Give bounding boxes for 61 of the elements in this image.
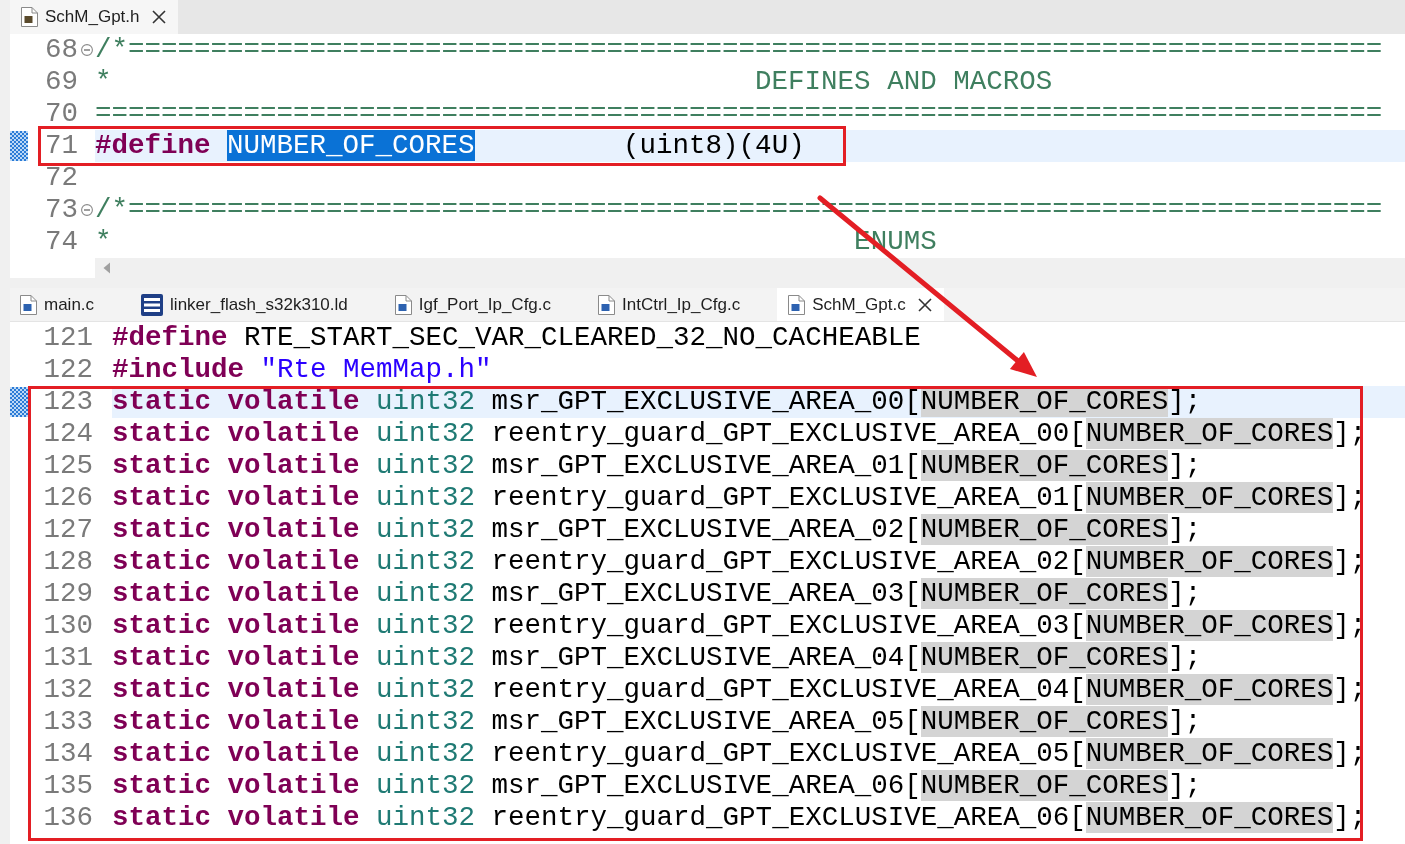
line-number: 71 bbox=[45, 130, 78, 162]
line-number: 127 bbox=[43, 514, 93, 546]
line-number: 124 bbox=[43, 418, 93, 450]
line-number: 136 bbox=[43, 802, 93, 834]
file-icon bbox=[788, 294, 806, 315]
code-line: static volatile uint32 msr_GPT_EXCLUSIVE_AREA_05[NUMBER_OF_CORES]; bbox=[112, 706, 1202, 738]
line-number: 121 bbox=[43, 322, 93, 354]
code-line: static volatile uint32 reentry_guard_GPT_EXCLUSIVE_AREA_05[NUMBER_OF_CORES]; bbox=[112, 738, 1367, 770]
code-line: * DEFINES AND MACROS bbox=[95, 66, 1053, 98]
code-line: static volatile uint32 reentry_guard_GPT_EXCLUSIVE_AREA_03[NUMBER_OF_CORES]; bbox=[112, 610, 1367, 642]
line-number: 122 bbox=[43, 354, 93, 386]
close-icon[interactable] bbox=[917, 297, 932, 312]
code-line: static volatile uint32 msr_GPT_EXCLUSIVE_AREA_03[NUMBER_OF_CORES]; bbox=[112, 578, 1202, 610]
code-line: #define NUMBER_OF_CORES (uint8)(4U) bbox=[95, 130, 805, 162]
line-number: 70 bbox=[45, 98, 78, 130]
code-line: static volatile uint32 msr_GPT_EXCLUSIVE_AREA_00[NUMBER_OF_CORES]; bbox=[112, 386, 1202, 418]
line-number: 129 bbox=[43, 578, 93, 610]
scroll-left-icon[interactable] bbox=[103, 262, 111, 274]
line-number: 128 bbox=[43, 546, 93, 578]
code-line: static volatile uint32 msr_GPT_EXCLUSIVE_AREA_04[NUMBER_OF_CORES]; bbox=[112, 642, 1202, 674]
code-line: static volatile uint32 reentry_guard_GPT_EXCLUSIVE_AREA_01[NUMBER_OF_CORES]; bbox=[112, 482, 1367, 514]
file-icon bbox=[598, 294, 616, 315]
editor-tab[interactable]: linker_flash_s32k310.ld bbox=[131, 288, 385, 321]
line-number: 132 bbox=[43, 674, 93, 706]
code-line: #include "Rte MemMap.h" bbox=[112, 354, 492, 386]
editor-tab[interactable]: main.c bbox=[10, 288, 132, 321]
line-number: 130 bbox=[43, 610, 93, 642]
code-line: static volatile uint32 reentry_guard_GPT_EXCLUSIVE_AREA_06[NUMBER_OF_CORES]; bbox=[112, 802, 1367, 834]
list-icon bbox=[141, 293, 164, 316]
line-number: 123 bbox=[43, 386, 93, 418]
code-line: static volatile uint32 reentry_guard_GPT_EXCLUSIVE_AREA_00[NUMBER_OF_CORES]; bbox=[112, 418, 1367, 450]
line-number: 135 bbox=[43, 770, 93, 802]
close-icon[interactable] bbox=[151, 10, 166, 24]
line-number: 126 bbox=[43, 482, 93, 514]
collapse-icon[interactable] bbox=[80, 204, 93, 216]
editor-tab[interactable]: SchM_Gpt.c bbox=[777, 288, 944, 321]
file-icon bbox=[20, 294, 37, 315]
line-number: 72 bbox=[45, 162, 78, 194]
line-number: 73 bbox=[45, 194, 78, 226]
line-number: 131 bbox=[43, 642, 93, 674]
code-line: static volatile uint32 reentry_guard_GPT_EXCLUSIVE_AREA_02[NUMBER_OF_CORES]; bbox=[112, 546, 1367, 578]
code-line: static volatile uint32 reentry_guard_GPT_EXCLUSIVE_AREA_04[NUMBER_OF_CORES]; bbox=[112, 674, 1367, 706]
code-line: static volatile uint32 msr_GPT_EXCLUSIVE_AREA_01[NUMBER_OF_CORES]; bbox=[112, 450, 1202, 482]
collapse-icon[interactable] bbox=[80, 44, 93, 56]
line-number: 74 bbox=[45, 226, 78, 258]
line-number: 125 bbox=[43, 450, 93, 482]
line-number: 134 bbox=[43, 738, 93, 770]
line-number: 133 bbox=[43, 706, 93, 738]
line-number: 68 bbox=[45, 34, 78, 66]
code-line: #define RTE_START_SEC_VAR_CLEARED_32_NO_CACHEABLE bbox=[112, 322, 921, 354]
code-line: ============================================================================== bbox=[95, 98, 1383, 130]
line-number: 69 bbox=[45, 66, 78, 98]
horizontal-scrollbar[interactable] bbox=[95, 258, 1405, 278]
code-line: static volatile uint32 msr_GPT_EXCLUSIVE_AREA_02[NUMBER_OF_CORES]; bbox=[112, 514, 1202, 546]
editor-tab[interactable]: Igf_Port_Ip_Cfg.c bbox=[384, 288, 589, 321]
file-icon bbox=[21, 7, 38, 27]
editor-tab[interactable]: IntCtrl_Ip_Cfg.c bbox=[588, 288, 778, 321]
code-line: static volatile uint32 msr_GPT_EXCLUSIVE_AREA_06[NUMBER_OF_CORES]; bbox=[112, 770, 1202, 802]
code-line: /*============================================================================ bbox=[95, 34, 1383, 66]
editor-tab[interactable]: SchM_Gpt.h bbox=[10, 0, 178, 34]
file-icon bbox=[394, 294, 412, 315]
